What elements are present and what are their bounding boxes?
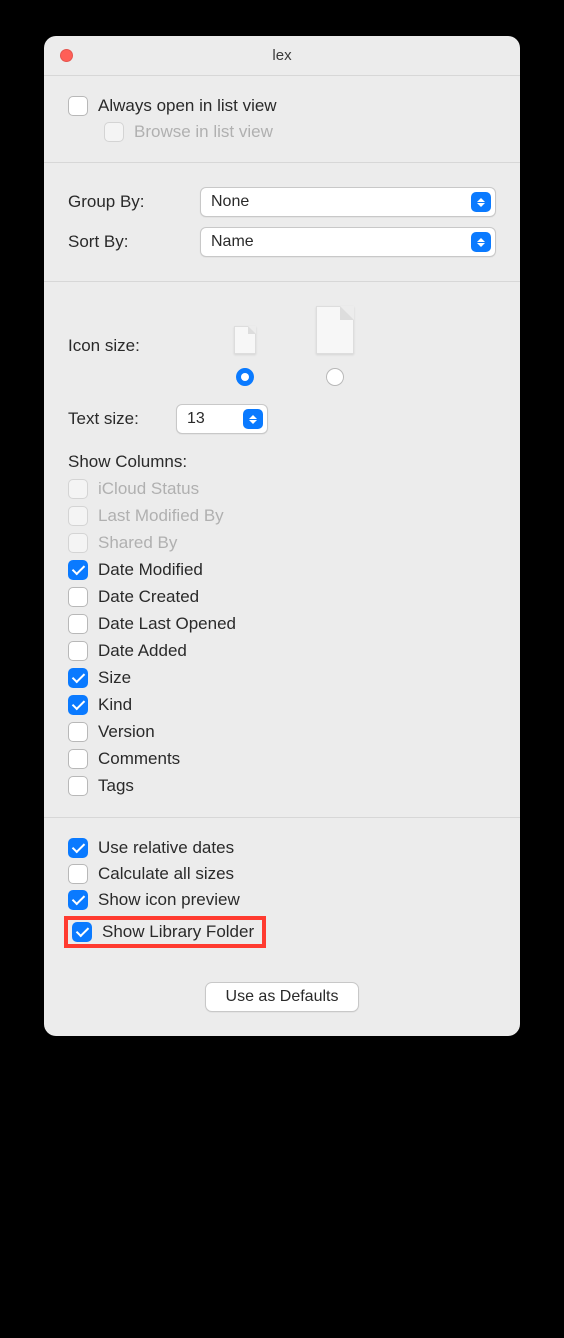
icon-preview-label: Show icon preview — [98, 890, 240, 910]
icon-preview-checkbox[interactable] — [68, 890, 88, 910]
group-by-value: None — [211, 193, 249, 211]
date-added-checkbox[interactable] — [68, 641, 88, 661]
icon-size-small-radio[interactable] — [236, 368, 254, 386]
updown-icon — [471, 232, 491, 252]
show-library-label: Show Library Folder — [102, 922, 254, 942]
last-modified-by-checkbox — [68, 506, 88, 526]
titlebar: lex — [44, 36, 520, 76]
date-added-label: Date Added — [98, 641, 187, 661]
always-open-checkbox[interactable] — [68, 96, 88, 116]
always-open-label: Always open in list view — [98, 96, 277, 116]
icon-size-large-radio[interactable] — [326, 368, 344, 386]
icloud-status-label: iCloud Status — [98, 479, 199, 499]
sort-by-label: Sort By: — [68, 232, 200, 252]
icon-size-small-col — [200, 326, 290, 386]
show-library-checkbox[interactable] — [72, 922, 92, 942]
section-options: Use relative dates Calculate all sizes S… — [44, 818, 520, 968]
browse-label: Browse in list view — [134, 122, 273, 142]
date-modified-label: Date Modified — [98, 560, 203, 580]
text-size-row: Text size: 13 — [68, 404, 496, 434]
columns-list: iCloud Status Last Modified By Shared By… — [68, 479, 496, 796]
view-options-window: lex Always open in list view Browse in l… — [44, 36, 520, 1036]
calc-sizes-label: Calculate all sizes — [98, 864, 234, 884]
shared-by-label: Shared By — [98, 533, 177, 553]
group-by-row: Group By: None — [68, 187, 496, 217]
group-by-label: Group By: — [68, 192, 200, 212]
relative-dates-checkbox[interactable] — [68, 838, 88, 858]
section-columns: Icon size: Text size: 13 Show Columns: i… — [44, 282, 520, 818]
updown-icon — [471, 192, 491, 212]
date-last-opened-label: Date Last Opened — [98, 614, 236, 634]
sort-by-value: Name — [211, 233, 254, 251]
button-row: Use as Defaults — [44, 968, 520, 1036]
section-top: Always open in list view Browse in list … — [44, 76, 520, 163]
updown-icon — [243, 409, 263, 429]
text-size-value: 13 — [187, 410, 205, 428]
relative-dates-label: Use relative dates — [98, 838, 234, 858]
shared-by-checkbox — [68, 533, 88, 553]
date-created-checkbox[interactable] — [68, 587, 88, 607]
always-open-row: Always open in list view — [68, 96, 496, 116]
file-icon-large — [316, 306, 354, 354]
use-as-defaults-button[interactable]: Use as Defaults — [205, 982, 360, 1012]
version-checkbox[interactable] — [68, 722, 88, 742]
version-label: Version — [98, 722, 155, 742]
tags-checkbox[interactable] — [68, 776, 88, 796]
text-size-label: Text size: — [68, 409, 176, 429]
show-library-row: Show Library Folder — [68, 916, 496, 948]
date-created-label: Date Created — [98, 587, 199, 607]
size-checkbox[interactable] — [68, 668, 88, 688]
section-sort: Group By: None Sort By: Name — [44, 163, 520, 282]
tags-label: Tags — [98, 776, 134, 796]
text-size-select[interactable]: 13 — [176, 404, 268, 434]
icon-size-label: Icon size: — [68, 336, 200, 356]
icloud-status-checkbox — [68, 479, 88, 499]
sort-by-select[interactable]: Name — [200, 227, 496, 257]
sort-by-row: Sort By: Name — [68, 227, 496, 257]
browse-row: Browse in list view — [104, 122, 496, 142]
date-modified-checkbox[interactable] — [68, 560, 88, 580]
window-title: lex — [44, 47, 520, 64]
icon-size-row: Icon size: — [68, 306, 496, 386]
kind-checkbox[interactable] — [68, 695, 88, 715]
highlight-annotation: Show Library Folder — [64, 916, 266, 948]
kind-label: Kind — [98, 695, 132, 715]
icon-size-large-col — [290, 306, 380, 386]
size-label: Size — [98, 668, 131, 688]
file-icon-small — [234, 326, 256, 354]
comments-checkbox[interactable] — [68, 749, 88, 769]
date-last-opened-checkbox[interactable] — [68, 614, 88, 634]
calc-sizes-checkbox[interactable] — [68, 864, 88, 884]
browse-checkbox — [104, 122, 124, 142]
group-by-select[interactable]: None — [200, 187, 496, 217]
show-columns-heading: Show Columns: — [68, 452, 496, 472]
comments-label: Comments — [98, 749, 180, 769]
last-modified-by-label: Last Modified By — [98, 506, 224, 526]
